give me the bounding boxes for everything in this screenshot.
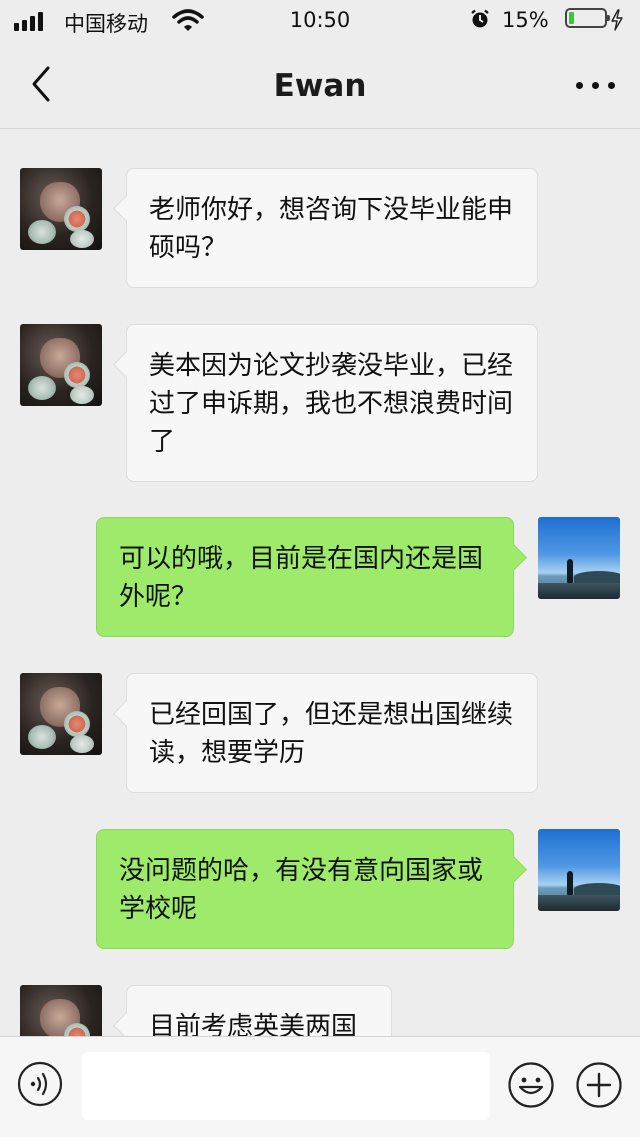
voice-icon[interactable] [17,1061,63,1107]
chat-title: Ewan [273,68,367,104]
my-avatar[interactable] [538,829,620,911]
alarm-icon [471,9,489,28]
input-bar [0,1036,640,1137]
plus-icon[interactable] [575,1061,623,1109]
chat-area[interactable]: 老师你好，想咨询下没毕业能申硕吗？ 美本因为论文抄袭没毕业，已经过了申诉期，我也… [0,129,640,1036]
incoming-message-bubble[interactable]: 老师你好，想咨询下没毕业能申硕吗？ [126,168,538,288]
incoming-message-bubble[interactable]: 目前考虑英美两国 [126,985,392,1036]
battery-level [569,12,574,24]
my-avatar[interactable] [538,517,620,599]
more-options-button[interactable] [574,64,618,104]
more-dots-icon [608,82,615,89]
nav-bar: Ewan [0,40,640,129]
battery-percent: 15% [502,8,549,32]
more-dots-icon [576,82,583,89]
incoming-message-bubble[interactable]: 已经回国了，但还是想出国继续读，想要学历 [126,673,538,793]
message-input[interactable] [82,1052,490,1120]
contact-avatar[interactable] [20,324,102,406]
charging-bolt-icon [611,9,623,31]
battery-icon [565,8,610,28]
more-dots-icon [592,82,599,89]
outgoing-message-bubble[interactable]: 可以的哦，目前是在国内还是国外呢？ [96,517,514,637]
incoming-message-bubble[interactable]: 美本因为论文抄袭没毕业，已经过了申诉期，我也不想浪费时间了 [126,324,538,482]
contact-avatar[interactable] [20,673,102,755]
status-bar: 中国移动 10:50 15% [0,0,640,40]
outgoing-message-bubble[interactable]: 没问题的哈，有没有意向国家或学校呢 [96,829,514,949]
contact-avatar[interactable] [20,985,102,1036]
contact-avatar[interactable] [20,168,102,250]
emoji-icon[interactable] [507,1061,555,1109]
